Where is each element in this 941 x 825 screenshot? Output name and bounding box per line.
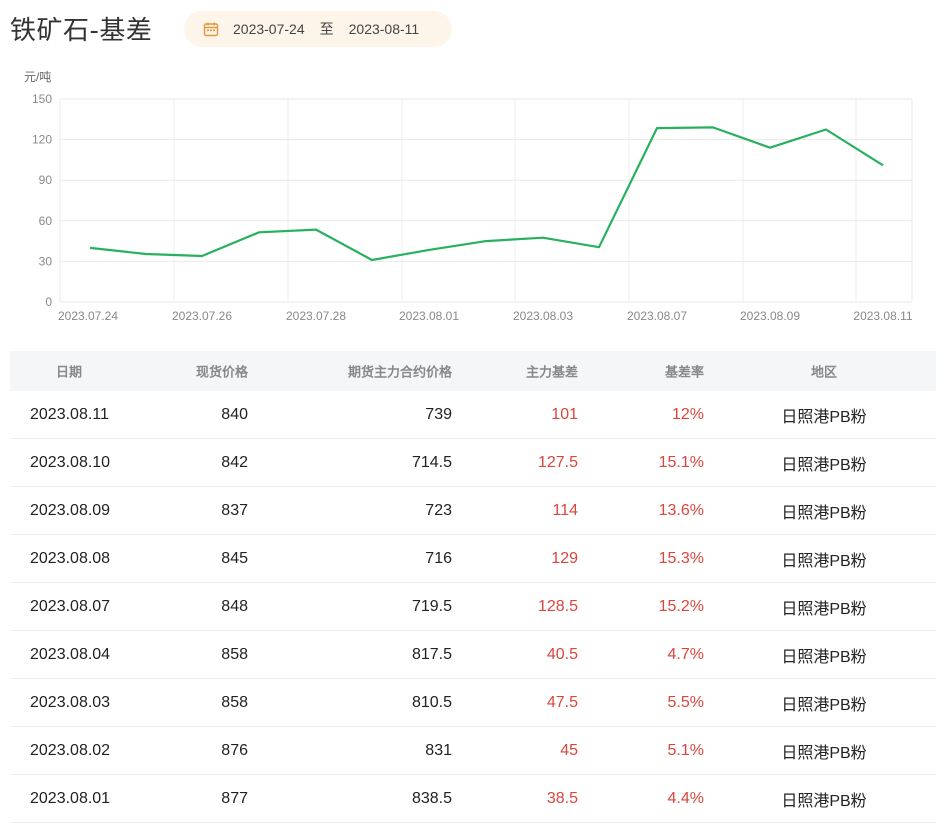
cell-futures-price: 719.5 (411, 597, 452, 615)
cell-region: 日照港PB粉 (781, 552, 867, 570)
y-axis-unit-label: 元/吨 (24, 70, 51, 84)
cell-basis: 38.5 (546, 789, 578, 807)
cell-basis-rate: 12% (671, 405, 704, 423)
cell-futures-price: 817.5 (411, 645, 452, 663)
end-date[interactable]: 2023-08-11 (349, 21, 420, 37)
table-body: 2023.08.11 840 739 101 12% 日照港PB粉 2023.08.10 84… (10, 391, 936, 823)
header-date: 日期 (56, 365, 83, 381)
cell-basis: 40.5 (546, 645, 578, 663)
cell-date: 2023.08.07 (30, 597, 111, 615)
table-row[interactable]: 2023.08.03 858 810.5 47.5 5.5% 日照港PB粉 (10, 679, 936, 727)
page-title: 铁矿石-基差 (10, 16, 153, 46)
cell-region: 日照港PB粉 (781, 648, 867, 666)
cell-basis-rate: 5.5% (667, 693, 704, 711)
basis-line-chart: 元/吨 0 30 60 90 120 150 2023.07.24 2023.07.26 2023… (24, 70, 913, 323)
cell-date: 2023.08.11 (30, 405, 109, 423)
cell-basis-rate: 15.2% (658, 597, 704, 615)
cell-date: 2023.08.10 (30, 453, 111, 471)
cell-spot-price: 840 (221, 405, 248, 423)
cell-date: 2023.08.09 (30, 501, 111, 519)
y-tick-label: 0 (45, 295, 52, 309)
cell-basis: 129 (551, 549, 578, 567)
series-line (89, 126, 884, 262)
cell-futures-price: 716 (425, 549, 452, 567)
cell-basis-rate: 5.1% (667, 741, 704, 759)
x-tick-label: 2023.08.03 (513, 309, 573, 323)
y-tick-label: 60 (39, 214, 53, 228)
table-row[interactable]: 2023.08.02 876 831 45 5.1% 日照港PB粉 (10, 727, 936, 775)
cell-basis-rate: 4.7% (667, 645, 704, 663)
cell-date: 2023.08.08 (30, 549, 111, 567)
start-date[interactable]: 2023-07-24 (233, 21, 305, 37)
table-row[interactable]: 2023.08.01 877 838.5 38.5 4.4% 日照港PB粉 (10, 775, 936, 823)
cell-futures-price: 739 (425, 405, 452, 423)
header-region: 地区 (810, 365, 838, 381)
x-tick-label: 2023.07.24 (58, 309, 118, 323)
cell-basis: 101 (551, 405, 578, 423)
basis-table: 日期 现货价格 期货主力合约价格 主力基差 基差率 地区 2023.08.11 840 739… (10, 351, 936, 823)
calendar-icon (203, 22, 219, 37)
cell-basis: 128.5 (537, 597, 578, 615)
cell-date: 2023.08.04 (30, 645, 111, 663)
x-tick-label: 2023.07.28 (286, 309, 346, 323)
table-row[interactable]: 2023.08.04 858 817.5 40.5 4.7% 日照港PB粉 (10, 631, 936, 679)
cell-spot-price: 858 (221, 693, 248, 711)
cell-basis: 47.5 (546, 693, 578, 711)
cell-basis: 127.5 (537, 453, 578, 471)
cell-basis-rate: 15.1% (658, 453, 704, 471)
cell-spot-price: 837 (221, 501, 248, 519)
cell-basis: 114 (552, 501, 578, 519)
table-header: 日期 现货价格 期货主力合约价格 主力基差 基差率 地区 (10, 351, 936, 391)
table-row[interactable]: 2023.08.08 845 716 129 15.3% 日照港PB粉 (10, 535, 936, 583)
cell-date: 2023.08.03 (30, 693, 111, 711)
cell-spot-price: 877 (221, 789, 248, 807)
cell-date: 2023.08.01 (30, 789, 111, 807)
header-spot-price: 现货价格 (195, 365, 248, 381)
y-tick-label: 30 (39, 254, 53, 268)
cell-region: 日照港PB粉 (781, 696, 867, 714)
x-tick-label: 2023.08.01 (399, 309, 459, 323)
header-basis: 主力基差 (525, 365, 578, 381)
cell-spot-price: 842 (221, 453, 248, 471)
cell-spot-price: 876 (221, 741, 248, 759)
cell-futures-price: 714.5 (411, 453, 452, 471)
cell-basis-rate: 15.3% (658, 549, 704, 567)
cell-spot-price: 845 (221, 549, 248, 567)
table-row[interactable]: 2023.08.07 848 719.5 128.5 15.2% 日照港PB粉 (10, 583, 936, 631)
cell-basis-rate: 13.6% (658, 501, 704, 519)
cell-basis-rate: 4.4% (667, 789, 704, 807)
x-tick-label: 2023.07.26 (172, 309, 232, 323)
cell-region: 日照港PB粉 (781, 456, 867, 474)
cell-futures-price: 810.5 (411, 693, 452, 711)
cell-date: 2023.08.02 (30, 741, 111, 759)
cell-region: 日照港PB粉 (781, 408, 867, 426)
x-tick-label: 2023.08.07 (627, 309, 687, 323)
table-row[interactable]: 2023.08.11 840 739 101 12% 日照港PB粉 (10, 391, 936, 439)
table-row[interactable]: 2023.08.10 842 714.5 127.5 15.1% 日照港PB粉 (10, 439, 936, 487)
cell-region: 日照港PB粉 (781, 744, 867, 762)
x-tick-label: 2023.08.09 (740, 309, 800, 323)
cell-region: 日照港PB粉 (781, 792, 867, 810)
cell-basis: 45 (560, 741, 578, 759)
date-range-picker[interactable]: 2023-07-24 至 2023-08-11 (184, 11, 452, 47)
cell-spot-price: 858 (221, 645, 248, 663)
date-separator: 至 (319, 21, 334, 37)
y-tick-label: 150 (32, 92, 52, 106)
cell-spot-price: 848 (221, 597, 248, 615)
cell-futures-price: 831 (425, 741, 452, 759)
y-tick-label: 90 (39, 173, 53, 187)
table-row[interactable]: 2023.08.09 837 723 114 13.6% 日照港PB粉 (10, 487, 936, 535)
cell-region: 日照港PB粉 (781, 504, 867, 522)
cell-region: 日照港PB粉 (781, 600, 867, 618)
cell-futures-price: 723 (425, 501, 452, 519)
header-basis-rate: 基差率 (664, 365, 704, 381)
y-tick-label: 120 (32, 133, 52, 147)
cell-futures-price: 838.5 (411, 789, 452, 807)
header-futures-price: 期货主力合约价格 (347, 365, 452, 381)
x-tick-label: 2023.08.11 (853, 309, 912, 323)
